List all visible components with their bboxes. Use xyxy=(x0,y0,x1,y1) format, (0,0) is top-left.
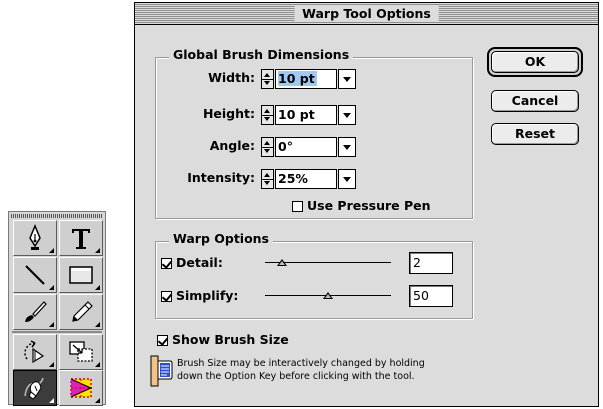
type-tool[interactable] xyxy=(59,220,103,256)
intensity-field[interactable]: 25% xyxy=(275,169,337,189)
angle-dropdown-button[interactable] xyxy=(338,137,356,157)
height-label: Height: xyxy=(202,106,255,121)
warp-tool[interactable] xyxy=(13,370,57,406)
pressure-pen-label: Use Pressure Pen xyxy=(307,198,431,213)
dialog-titlebar[interactable]: Warp Tool Options xyxy=(135,3,598,25)
pen-tool[interactable] xyxy=(13,220,57,256)
show-brush-size-label: Show Brush Size xyxy=(172,332,289,347)
scale-icon xyxy=(69,341,93,362)
help-balloon-icon xyxy=(150,355,173,387)
rotate-tool[interactable] xyxy=(13,334,57,370)
show-brush-size-checkbox[interactable] xyxy=(157,335,168,346)
height-dropdown-button[interactable] xyxy=(338,105,356,125)
simplify-value-field[interactable]: 50 xyxy=(409,285,453,307)
intensity-label: Intensity: xyxy=(187,170,255,185)
paintbrush-icon xyxy=(25,301,47,322)
warp-tool-options-dialog: Warp Tool Options Global Brush Dimension… xyxy=(134,2,599,407)
simplify-checkbox[interactable] xyxy=(161,291,172,302)
angle-label: Angle: xyxy=(209,138,255,153)
gradient-mesh-tool[interactable] xyxy=(59,370,103,406)
rotate-icon xyxy=(24,340,45,364)
intensity-stepper[interactable] xyxy=(261,169,274,189)
paintbrush-tool[interactable] xyxy=(13,294,57,330)
width-field[interactable]: 10 pt xyxy=(275,69,337,89)
palette-grip[interactable] xyxy=(11,214,103,218)
scale-tool[interactable] xyxy=(59,334,103,370)
angle-stepper[interactable] xyxy=(261,137,274,157)
reset-button[interactable]: Reset xyxy=(491,123,579,145)
cancel-button[interactable]: Cancel xyxy=(491,90,579,112)
gradient-mesh-icon xyxy=(70,378,93,398)
simplify-label: Simplify: xyxy=(176,288,239,303)
intensity-dropdown-button[interactable] xyxy=(338,169,356,189)
warp-options-title: Warp Options xyxy=(169,231,274,247)
warp-icon xyxy=(24,377,44,400)
simplify-slider-thumb[interactable] xyxy=(323,292,333,299)
info-line-1: Brush Size may be interactively changed … xyxy=(177,358,425,369)
height-field[interactable]: 10 pt xyxy=(275,105,337,125)
type-icon xyxy=(72,229,90,249)
rectangle-tool[interactable] xyxy=(59,257,103,293)
toolbox-palette xyxy=(8,211,106,406)
detail-value-field[interactable]: 2 xyxy=(409,252,453,274)
pressure-pen-checkbox[interactable] xyxy=(292,201,303,212)
pen-icon xyxy=(29,224,41,250)
width-label: Width: xyxy=(208,70,255,85)
detail-checkbox[interactable] xyxy=(161,258,172,269)
pencil-icon xyxy=(72,301,93,322)
pencil-tool[interactable] xyxy=(59,294,103,330)
ok-button[interactable]: OK xyxy=(491,51,579,73)
width-stepper[interactable] xyxy=(261,69,274,89)
angle-field[interactable]: 0° xyxy=(275,137,337,157)
line-icon xyxy=(25,265,45,285)
detail-label: Detail: xyxy=(176,255,223,270)
width-dropdown-button[interactable] xyxy=(338,69,356,89)
toolbox-divider xyxy=(12,331,102,333)
height-stepper[interactable] xyxy=(261,105,274,125)
global-brush-title: Global Brush Dimensions xyxy=(169,47,354,63)
line-tool[interactable] xyxy=(13,257,57,293)
rectangle-icon xyxy=(69,266,93,284)
width-value: 10 pt xyxy=(278,71,317,86)
dialog-title: Warp Tool Options xyxy=(294,5,439,22)
detail-slider-thumb[interactable] xyxy=(277,259,287,266)
info-line-2: down the Option Key before clicking with… xyxy=(177,371,415,382)
